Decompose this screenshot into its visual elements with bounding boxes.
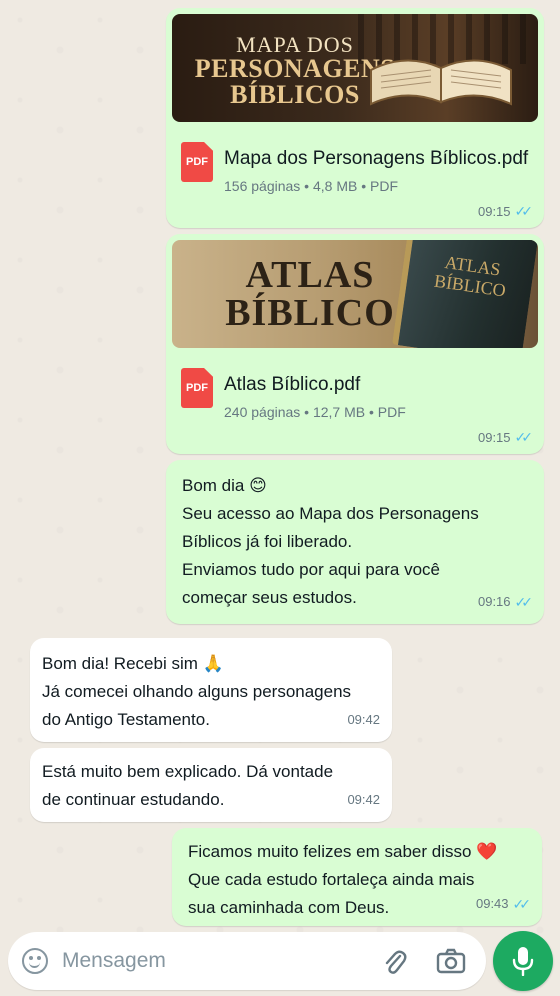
timestamp: 09:42	[347, 712, 380, 727]
timestamp: 09:16	[477, 594, 511, 609]
message-line: de continuar estudando.	[42, 790, 225, 809]
message-line: Bíblicos já foi liberado.	[182, 532, 353, 551]
open-bible-illustration	[370, 59, 512, 106]
document-name: Atlas Bíblico.pdf	[224, 374, 361, 395]
document-cover-image[interactable]: ATLAS BÍBLICO ATLAS BÍBLICO	[172, 240, 538, 348]
incoming-message[interactable]: Bom dia! Recebi sim 🙏 Já comecei olhando…	[30, 638, 392, 742]
document-meta: 156 páginas • 4,8 MB • PDF	[224, 178, 399, 194]
voice-message-button[interactable]	[493, 931, 553, 991]
message-line: Já comecei olhando alguns personagens	[42, 682, 352, 701]
message-time: 09:16 ✓✓	[477, 588, 534, 616]
message-composer	[8, 932, 486, 990]
microphone-icon	[512, 947, 534, 976]
smiling-face-emoji: 😊	[249, 476, 267, 495]
outgoing-message[interactable]: Bom dia 😊 Seu acesso ao Mapa dos Persona…	[166, 460, 544, 624]
praying-hands-emoji: 🙏	[202, 654, 224, 673]
message-input[interactable]	[62, 946, 362, 976]
bible-book-illustration: ATLAS BÍBLICO	[392, 240, 538, 348]
timestamp: 09:42	[347, 792, 380, 807]
document-info[interactable]: PDF Atlas Bíblico.pdf 240 páginas • 12,7…	[172, 348, 538, 426]
camera-icon[interactable]	[436, 948, 466, 974]
cover-title-line: ATLAS	[245, 254, 375, 296]
incoming-message[interactable]: Está muito bem explicado. Dá vontade de …	[30, 748, 392, 822]
read-receipt-icon: ✓✓	[514, 203, 534, 219]
message-time: 09:15 ✓✓	[477, 429, 534, 446]
message-time: 09:42	[347, 706, 380, 734]
smile-icon[interactable]	[22, 948, 48, 974]
message-line: do Antigo Testamento.	[42, 710, 210, 729]
document-info[interactable]: PDF Mapa dos Personagens Bíblicos.pdf 15…	[172, 122, 538, 200]
document-message[interactable]: ATLAS BÍBLICO ATLAS BÍBLICO PDF Atlas Bí…	[166, 234, 544, 454]
heart-emoji: ❤️	[476, 842, 498, 861]
document-meta: 240 páginas • 12,7 MB • PDF	[224, 404, 406, 420]
message-line: Ficamos muito felizes em saber disso ❤️	[188, 838, 526, 866]
pdf-file-icon: PDF	[181, 368, 213, 408]
document-cover-image[interactable]: MAPA DOS PERSONAGENS BÍBLICOS	[172, 14, 538, 122]
read-receipt-icon: ✓✓	[512, 896, 532, 912]
cover-title: ATLAS BÍBLICO	[190, 256, 430, 332]
timestamp: 09:15	[477, 204, 511, 219]
message-line: Seu acesso ao Mapa dos Personagens	[182, 504, 479, 523]
message-line: começar seus estudos.	[182, 588, 357, 607]
message-time: 09:15 ✓✓	[477, 203, 534, 220]
message-time: 09:43 ✓✓	[475, 890, 532, 918]
message-time: 09:42	[347, 786, 380, 814]
timestamp: 09:15	[477, 430, 511, 445]
read-receipt-icon: ✓✓	[514, 429, 534, 445]
message-line: Bom dia! Recebi sim 🙏	[42, 650, 376, 678]
message-line: Está muito bem explicado. Dá vontade	[42, 762, 334, 781]
message-line: Enviamos tudo por aqui para você	[182, 560, 440, 579]
pdf-file-icon: PDF	[181, 142, 213, 182]
document-name: Mapa dos Personagens Bíblicos.pdf	[224, 148, 529, 169]
timestamp: 09:43	[475, 896, 509, 911]
outgoing-message[interactable]: Ficamos muito felizes em saber disso ❤️ …	[172, 828, 542, 926]
paperclip-icon[interactable]	[382, 948, 408, 976]
read-receipt-icon: ✓✓	[514, 594, 534, 610]
document-message[interactable]: MAPA DOS PERSONAGENS BÍBLICOS PDF Mapa d…	[166, 8, 544, 228]
message-line: Bom dia 😊	[182, 472, 528, 500]
